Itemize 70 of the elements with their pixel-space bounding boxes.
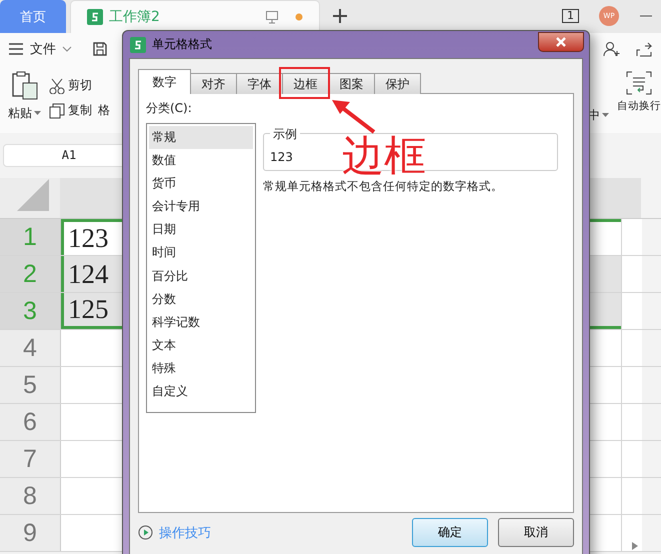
arrow-icon — [330, 98, 378, 136]
category-item[interactable]: 时间 — [149, 241, 253, 265]
table-cell[interactable] — [621, 293, 642, 329]
sample-label: 示例 — [270, 126, 300, 143]
menu-icon[interactable] — [8, 42, 24, 56]
table-cell[interactable] — [621, 367, 642, 403]
table-cell[interactable] — [621, 441, 642, 477]
category-item[interactable]: 特殊 — [149, 356, 253, 380]
row-header[interactable]: 9 — [0, 515, 61, 551]
dialog-tab[interactable]: 字体 — [236, 73, 283, 94]
cancel-button[interactable]: 取消 — [498, 518, 574, 547]
caret-icon[interactable] — [602, 113, 609, 118]
new-tab-icon[interactable] — [332, 8, 348, 24]
unsaved-dot-icon[interactable] — [295, 13, 303, 21]
window-count[interactable]: 1 — [562, 9, 579, 23]
dialog-tab[interactable]: 保护 — [374, 73, 421, 94]
close-icon[interactable] — [555, 36, 567, 46]
row-header[interactable]: 4 — [0, 330, 61, 366]
add-user-icon[interactable] — [603, 40, 621, 58]
monitor-icon[interactable] — [265, 10, 279, 24]
category-item[interactable]: 文本 — [149, 334, 253, 357]
caret-icon[interactable] — [34, 111, 41, 116]
table-cell[interactable] — [621, 404, 642, 440]
category-item[interactable]: 会计专用 — [149, 195, 253, 218]
highlight-box — [279, 67, 330, 99]
dialog-tab[interactable]: 图案 — [328, 73, 375, 94]
play-circle-icon[interactable] — [138, 525, 153, 540]
category-label: 分类(C): — [146, 100, 193, 117]
scissors-icon[interactable] — [49, 78, 65, 94]
dialog-tab[interactable]: 数字 — [138, 69, 191, 94]
table-cell[interactable] — [621, 478, 642, 514]
ribbon-button[interactable]: 格 — [98, 102, 110, 119]
dialog-title: 单元格格式 — [152, 36, 212, 53]
spreadsheet-icon[interactable] — [87, 9, 103, 25]
dialog-tab[interactable]: 对齐 — [190, 73, 237, 94]
paste-button[interactable]: 粘贴 — [8, 105, 32, 122]
row-header[interactable]: 7 — [0, 441, 61, 477]
share-icon[interactable] — [635, 40, 653, 58]
sample-value: 123 — [270, 150, 294, 164]
ok-button[interactable]: 确定 — [412, 518, 488, 547]
table-cell[interactable] — [621, 330, 642, 366]
category-list[interactable]: 常规 数值 货币 会计专用 日期 时间 百分比 分数 科学记数 文本 特殊 自定义 — [146, 123, 256, 413]
copy-icon[interactable] — [49, 102, 65, 118]
close-button[interactable] — [538, 32, 584, 52]
category-item[interactable]: 数值 — [149, 149, 253, 172]
save-icon[interactable] — [92, 41, 108, 57]
category-item[interactable]: 分数 — [149, 288, 253, 311]
scroll-arrow-icon[interactable] — [631, 541, 639, 551]
row-header[interactable]: 6 — [0, 404, 61, 440]
file-menu[interactable]: 文件 — [30, 40, 56, 58]
table-cell[interactable] — [621, 219, 642, 255]
category-item[interactable]: 货币 — [149, 172, 253, 196]
row-header[interactable]: 5 — [0, 367, 61, 403]
wrap-text-button[interactable]: 自动换行 — [617, 99, 661, 113]
category-item[interactable]: 常规 — [149, 126, 253, 150]
category-item[interactable]: 日期 — [149, 218, 253, 242]
dialog-tab[interactable]: 边框 — [282, 73, 329, 94]
spreadsheet-icon[interactable] — [130, 36, 146, 52]
row-header[interactable]: 8 — [0, 478, 61, 514]
category-item[interactable]: 科学记数 — [149, 310, 253, 334]
wrap-text-icon[interactable] — [626, 71, 652, 95]
chevron-down-icon[interactable] — [62, 45, 72, 53]
table-cell[interactable] — [621, 256, 642, 292]
table-cell[interactable] — [621, 515, 642, 551]
ribbon-button[interactable]: 剪切 — [68, 77, 92, 94]
category-item[interactable]: 自定义 — [149, 380, 253, 404]
category-item[interactable]: 百分比 — [149, 264, 253, 288]
clipboard-icon[interactable] — [10, 71, 38, 101]
ribbon-button[interactable]: 复制 — [68, 102, 92, 119]
description-text: 常规单元格格式不包含任何特定的数字格式。 — [263, 179, 504, 194]
